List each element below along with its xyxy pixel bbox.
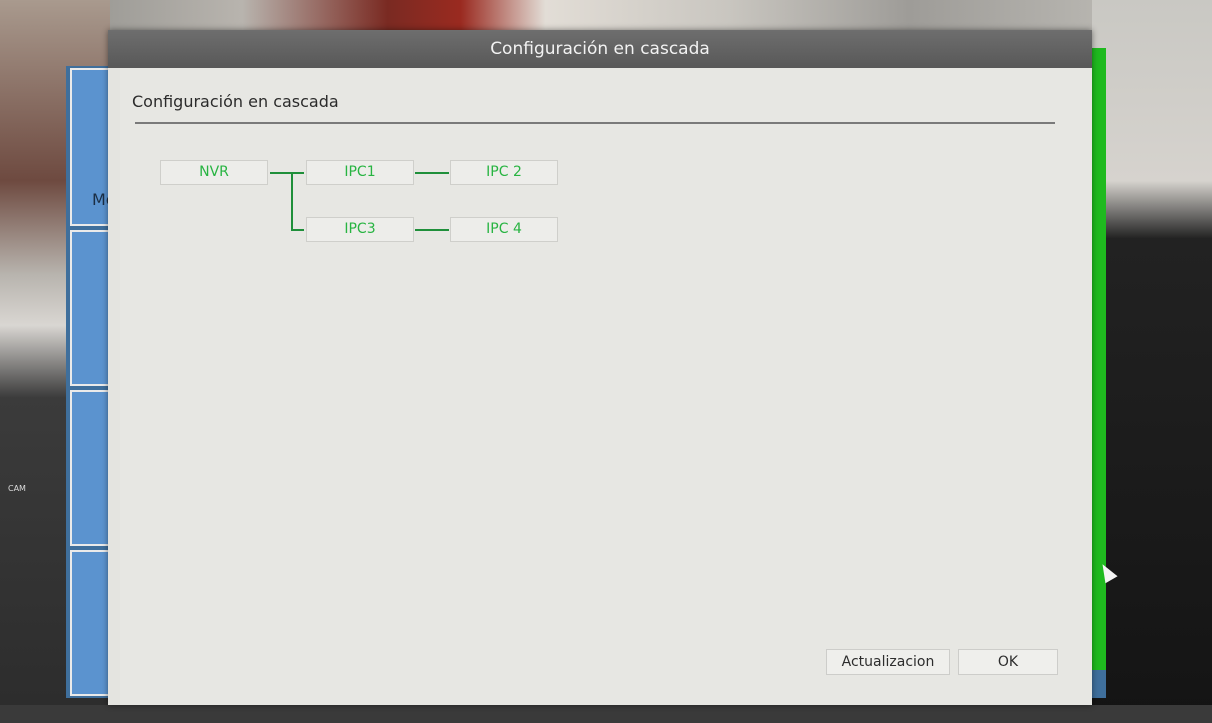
dialog-content: Configuración en cascada NVR IPC1 IPC 2 …	[120, 68, 1092, 705]
node-ipc4[interactable]: IPC 4	[450, 217, 558, 242]
link-nvr-ipc1	[270, 172, 304, 174]
node-ipc3[interactable]: IPC3	[306, 217, 414, 242]
section-title: Configuración en cascada	[132, 92, 339, 111]
section-divider	[135, 122, 1055, 124]
link-ipc1-ipc2	[415, 172, 449, 174]
update-button[interactable]: Actualizacion	[826, 649, 950, 675]
dialog-titlebar: Configuración en cascada	[108, 30, 1092, 68]
background-right	[1092, 0, 1212, 723]
background-side-text: CAM	[8, 484, 26, 493]
node-ipc1[interactable]: IPC1	[306, 160, 414, 185]
node-nvr[interactable]: NVR	[160, 160, 268, 185]
cascade-config-dialog: Configuración en cascada Configuración e…	[108, 30, 1092, 705]
ok-button[interactable]: OK	[958, 649, 1058, 675]
link-nvr-branch	[291, 172, 293, 230]
link-ipc3-ipc4	[415, 229, 449, 231]
background-bottom	[0, 705, 1212, 723]
link-nvr-ipc3	[291, 229, 304, 231]
node-ipc2[interactable]: IPC 2	[450, 160, 558, 185]
